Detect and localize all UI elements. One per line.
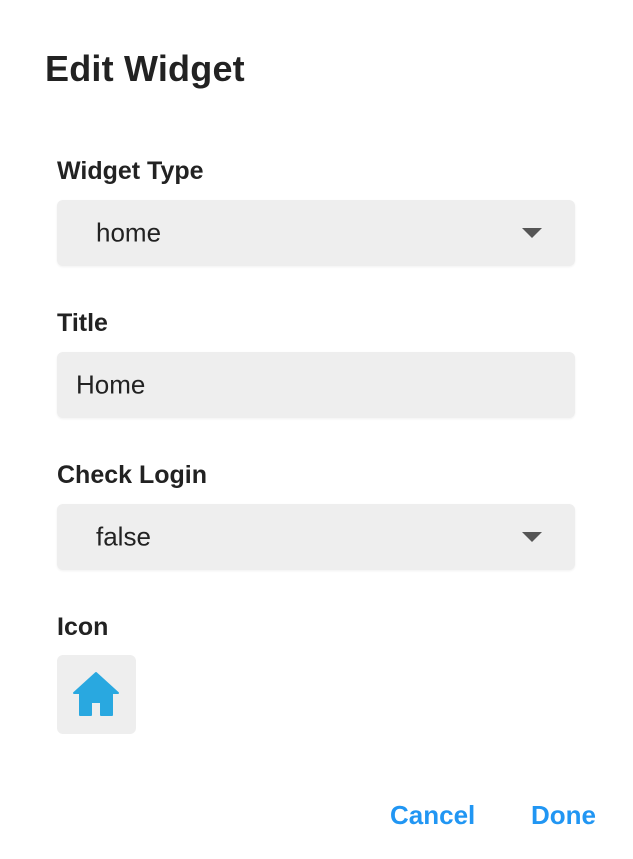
- title-input-value: Home: [76, 369, 146, 400]
- widget-type-value: home: [96, 217, 162, 248]
- icon-label: Icon: [57, 613, 109, 641]
- check-login-label: Check Login: [57, 461, 208, 489]
- dropdown-arrow-icon: [522, 532, 542, 542]
- title-input[interactable]: Home: [57, 352, 575, 418]
- cancel-button[interactable]: Cancel: [390, 800, 475, 831]
- done-button[interactable]: Done: [531, 800, 596, 831]
- dropdown-arrow-icon: [522, 228, 542, 238]
- widget-type-select[interactable]: home: [57, 200, 575, 266]
- home-icon: [73, 672, 119, 716]
- check-login-select[interactable]: false: [57, 504, 575, 570]
- edit-widget-dialog: Edit Widget Widget Type home Title Home …: [0, 0, 633, 859]
- check-login-value: false: [96, 521, 151, 552]
- title-label: Title: [57, 309, 108, 337]
- dialog-title: Edit Widget: [45, 48, 245, 89]
- icon-picker-button[interactable]: [57, 655, 136, 734]
- widget-type-label: Widget Type: [57, 157, 204, 185]
